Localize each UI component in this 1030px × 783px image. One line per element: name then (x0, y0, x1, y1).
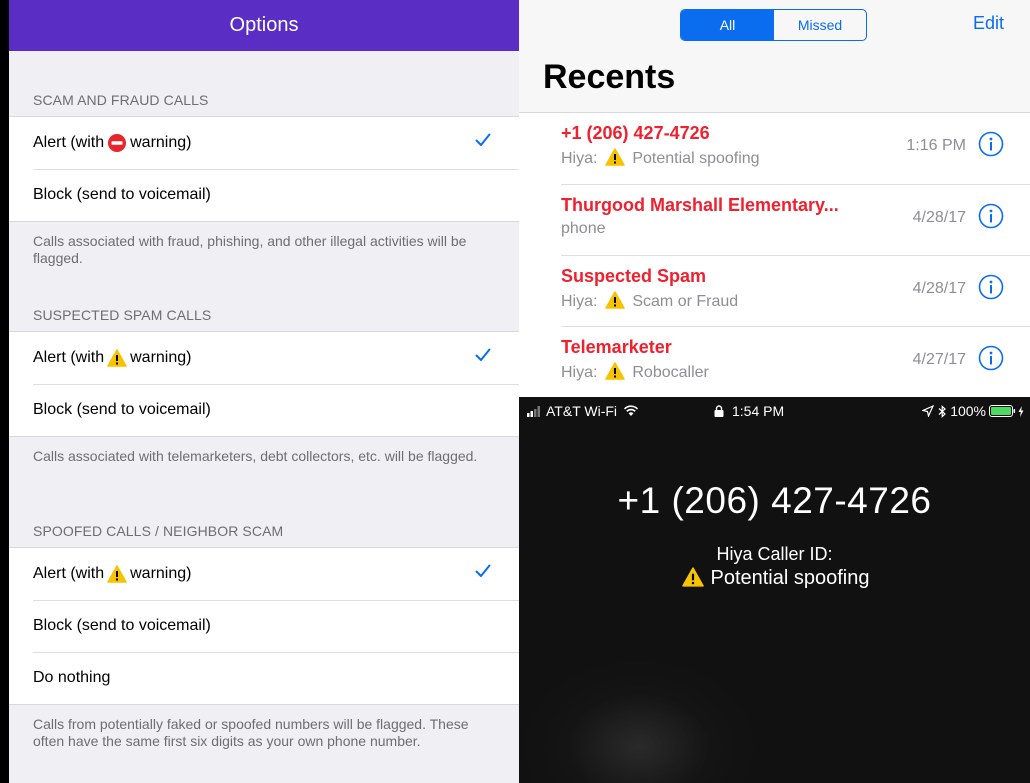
recent-call-row[interactable]: Suspected Spam Hiya: Scam or Fraud 4/28/… (561, 255, 1030, 326)
call-name: Telemarketer (561, 337, 672, 357)
signal-icon (527, 406, 540, 417)
section-footer-spoofed: Calls from potentially faked or spoofed … (33, 716, 469, 749)
spoofed-block-option[interactable]: Block (send to voicemail) (9, 600, 519, 652)
caller-id-label: Hiya Caller ID: (716, 544, 833, 564)
section-header-spam: SUSPECTED SPAM CALLS (33, 307, 212, 323)
spoofed-options: Alert (with warning) Block (send to voic… (9, 547, 519, 705)
edit-button[interactable]: Edit (973, 13, 1004, 34)
info-icon[interactable] (978, 345, 1004, 371)
spoofed-do-nothing-option[interactable]: Do nothing (9, 652, 519, 704)
battery-label: 100% (950, 403, 986, 419)
call-time: 4/28/17 (912, 280, 966, 297)
caller-status-text: Potential spoofing (710, 567, 870, 589)
checkmark-icon (475, 348, 491, 361)
location-icon (922, 405, 935, 417)
call-subtitle: phone (561, 220, 606, 238)
options-panel: Options SCAM AND FRAUD CALLS Alert (with… (9, 0, 519, 783)
call-time: 4/27/17 (912, 351, 966, 368)
lock-icon (714, 405, 724, 417)
recents-title: Recents (543, 58, 676, 96)
option-label: Block (send to voicemail) (33, 401, 211, 418)
call-subtitle-text: Scam or Fraud (632, 293, 739, 310)
spam-options: Alert (with warning) Block (send to voic… (9, 331, 519, 437)
recents-panel: All Missed Edit Recents +1 (206) 427-472… (519, 0, 1030, 397)
status-bar-left: AT&T Wi-Fi (527, 403, 639, 419)
call-subtitle-prefix: Hiya: (561, 150, 598, 167)
recents-navbar: All Missed Edit Recents (519, 0, 1030, 113)
call-name: +1 (206) 427-4726 (561, 123, 710, 143)
spam-block-option[interactable]: Block (send to voicemail) (9, 384, 519, 436)
status-bar-center: 1:54 PM (714, 403, 784, 419)
segment-all[interactable]: All (681, 10, 774, 40)
warning-icon (107, 349, 127, 367)
call-subtitle-prefix: Hiya: (561, 364, 598, 381)
option-label: Block (send to voicemail) (33, 186, 211, 203)
option-label-prefix: Alert (with (33, 565, 105, 582)
no-entry-icon (108, 134, 127, 152)
recent-call-row[interactable]: +1 (206) 427-4726 Hiya: Potential spoofi… (519, 113, 1030, 184)
checkmark-icon (475, 133, 491, 146)
option-label-prefix: Alert (with (33, 134, 105, 151)
call-subtitle: Hiya: Scam or Fraud (561, 291, 738, 311)
call-subtitle-text: phone (561, 220, 606, 237)
recent-call-row[interactable]: Thurgood Marshall Elementary... phone 4/… (561, 184, 1030, 255)
options-header: Options (9, 0, 519, 51)
warning-icon (682, 567, 705, 587)
call-subtitle-prefix: Hiya: (561, 293, 598, 310)
call-subtitle: Hiya: Potential spoofing (561, 148, 760, 168)
spam-alert-option[interactable]: Alert (with warning) (9, 332, 519, 384)
call-time: 1:16 PM (906, 137, 966, 154)
option-label-suffix: warning) (130, 134, 192, 151)
section-footer-spam: Calls associated with telemarketers, deb… (33, 448, 478, 464)
section-footer-scam-fraud: Calls associated with fraud, phishing, a… (33, 233, 467, 266)
recent-call-row[interactable]: Telemarketer Hiya: Robocaller 4/27/17 (561, 326, 1030, 397)
call-subtitle: Hiya: Robocaller (561, 362, 709, 382)
battery-icon (989, 405, 1016, 417)
wifi-icon (623, 405, 639, 416)
option-label: Block (send to voicemail) (33, 617, 211, 634)
info-icon[interactable] (978, 274, 1004, 300)
status-bar-right: 100% (922, 403, 1024, 419)
spoofed-alert-option[interactable]: Alert (with warning) (9, 548, 519, 600)
option-label-prefix: Alert (with (33, 349, 105, 366)
warning-icon (107, 565, 127, 583)
charging-icon (1018, 405, 1024, 417)
segment-missed[interactable]: Missed (774, 10, 866, 40)
scam-alert-option[interactable]: Alert (with warning) (9, 117, 519, 169)
carrier-label: AT&T Wi-Fi (546, 403, 618, 419)
call-time: 4/28/17 (912, 209, 966, 226)
status-bar: AT&T Wi-Fi 1:54 PM 100% (519, 397, 1030, 425)
caller-status: Potential spoofing (519, 567, 1030, 590)
call-name: Thurgood Marshall Elementary... (561, 195, 839, 215)
call-subtitle-text: Potential spoofing (632, 150, 760, 167)
screenshot-frame: Options SCAM AND FRAUD CALLS Alert (with… (0, 0, 1030, 783)
checkmark-icon (475, 564, 491, 577)
warning-icon (605, 148, 625, 166)
section-header-scam-fraud: SCAM AND FRAUD CALLS (33, 92, 209, 108)
info-icon[interactable] (978, 203, 1004, 229)
scam-fraud-options: Alert (with warning) Block (send to voic… (9, 116, 519, 222)
option-label: Do nothing (33, 669, 111, 686)
caller-number: +1 (206) 427-4726 (617, 480, 932, 521)
warning-icon (605, 291, 625, 309)
section-header-spoofed: SPOOFED CALLS / NEIGHBOR SCAM (33, 523, 284, 539)
bluetooth-icon (938, 404, 947, 418)
incoming-call-screen: AT&T Wi-Fi 1:54 PM 100% +1 (206) 427-472… (519, 397, 1030, 783)
call-subtitle-text: Robocaller (632, 364, 709, 381)
status-time: 1:54 PM (732, 403, 785, 419)
call-name: Suspected Spam (561, 266, 707, 286)
scam-block-option[interactable]: Block (send to voicemail) (9, 169, 519, 221)
info-icon[interactable] (978, 131, 1004, 157)
options-title: Options (229, 14, 299, 36)
option-label-suffix: warning) (130, 349, 192, 366)
option-label-suffix: warning) (130, 565, 192, 582)
recents-segmented-control: All Missed (680, 9, 867, 41)
warning-icon (605, 362, 625, 380)
